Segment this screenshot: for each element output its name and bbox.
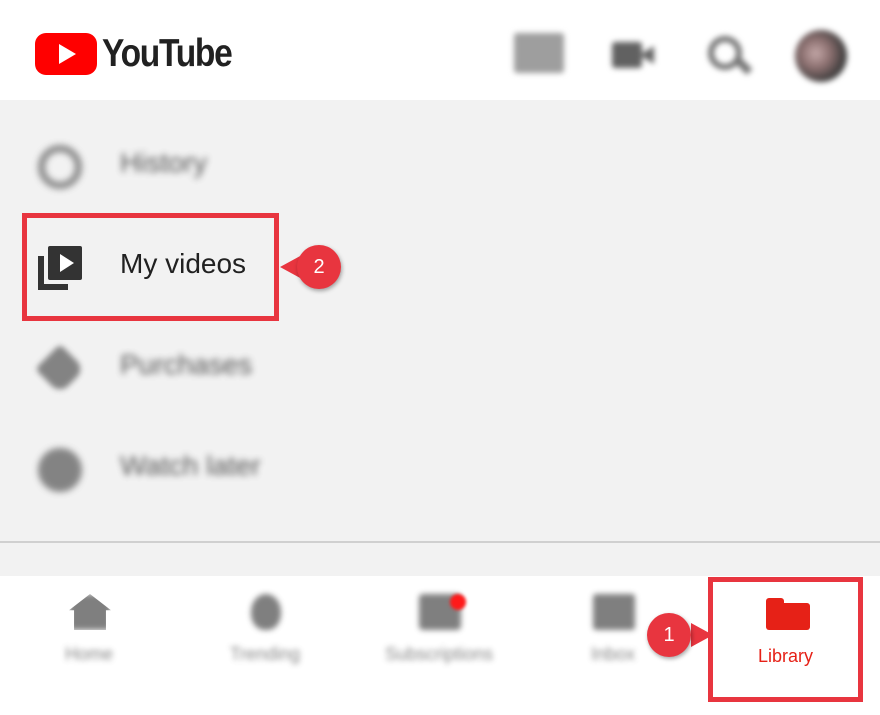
home-icon xyxy=(69,594,111,630)
menu-item-history[interactable]: History xyxy=(0,125,880,205)
search-icon[interactable] xyxy=(708,36,753,76)
cast-icon[interactable] xyxy=(514,33,564,73)
video-camera-icon[interactable] xyxy=(612,42,654,68)
nav-label: Home xyxy=(64,644,113,664)
step-number: 2 xyxy=(313,256,325,278)
nav-label: Trending xyxy=(229,644,301,664)
history-icon xyxy=(38,145,82,189)
menu-item-purchases[interactable]: Purchases xyxy=(0,327,880,407)
menu-item-label: Purchases xyxy=(120,349,253,380)
logo-text: YouTube xyxy=(102,32,233,75)
notification-dot xyxy=(450,594,466,610)
nav-subscriptions[interactable]: Subscriptions xyxy=(364,576,514,715)
highlight-my-videos xyxy=(22,213,279,321)
menu-item-label: History xyxy=(120,147,208,178)
clock-icon xyxy=(38,448,82,492)
menu-item-label: Watch later xyxy=(120,450,261,481)
inbox-icon xyxy=(593,594,635,630)
step-badge-2: 2 xyxy=(280,245,341,291)
step-badge-1: 1 xyxy=(647,613,713,659)
youtube-play-icon xyxy=(35,33,97,75)
menu-item-watch-later[interactable]: Watch later xyxy=(0,428,880,508)
nav-label: Subscriptions xyxy=(384,644,494,664)
nav-trending[interactable]: Trending xyxy=(190,576,340,715)
step-number: 1 xyxy=(663,624,675,646)
highlight-library xyxy=(708,577,863,702)
menu-gap xyxy=(0,543,880,576)
flame-icon xyxy=(251,594,281,630)
top-app-bar: YouTube xyxy=(0,0,880,100)
youtube-logo[interactable]: YouTube xyxy=(35,32,253,75)
avatar[interactable] xyxy=(795,30,847,82)
tag-icon xyxy=(35,344,85,394)
nav-home[interactable]: Home xyxy=(14,576,164,715)
